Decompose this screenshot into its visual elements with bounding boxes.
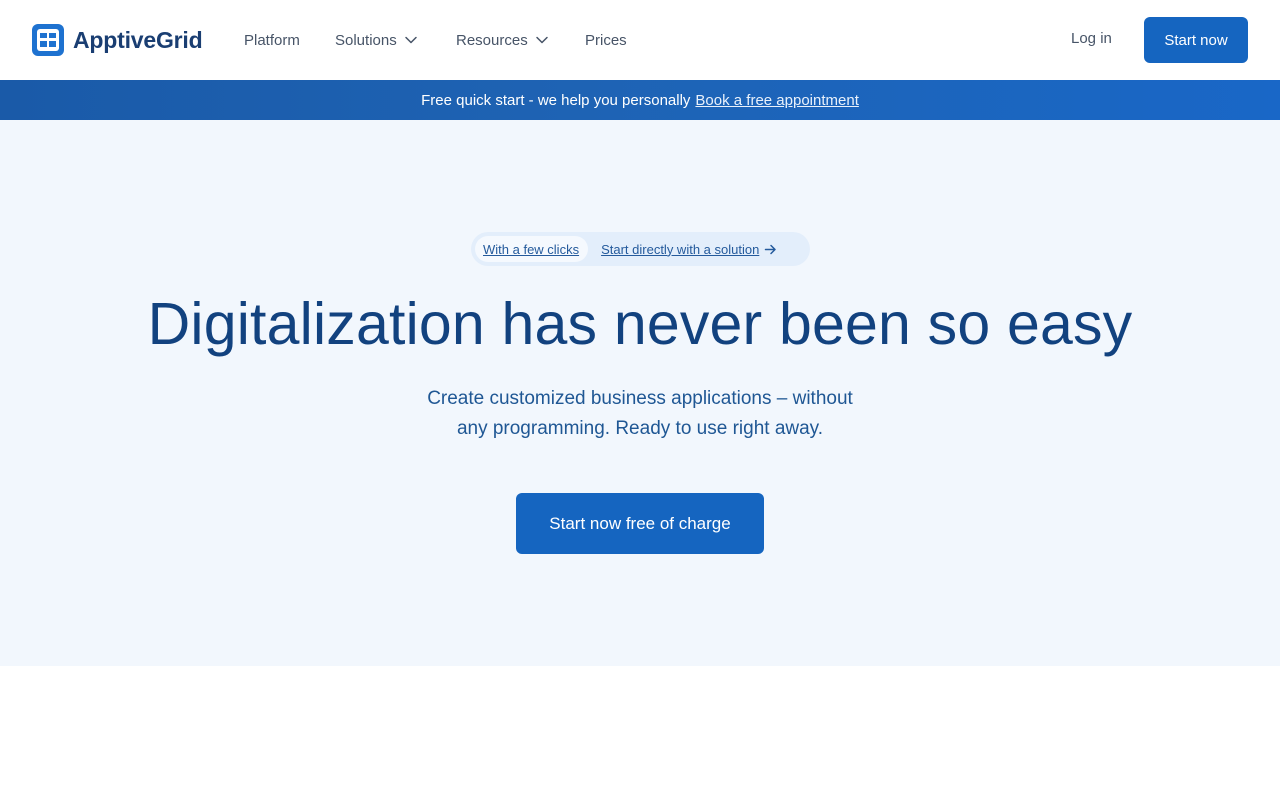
brand-name: ApptiveGrid	[73, 26, 203, 53]
nav-platform[interactable]: Platform	[244, 30, 300, 50]
pill-link-label: Start directly with a solution	[601, 241, 760, 257]
nav-solutions[interactable]: Solutions	[335, 30, 418, 50]
nav-prices[interactable]: Prices	[585, 30, 627, 50]
grid-logo-icon	[32, 24, 64, 56]
nav-prices-label: Prices	[585, 31, 627, 49]
nav-resources-label: Resources	[456, 31, 528, 49]
start-now-button[interactable]: Start now	[1144, 17, 1248, 63]
hero-headline: Digitalization has never been so easy	[147, 291, 1133, 357]
top-navbar: ApptiveGrid Platform Solutions Resources…	[0, 0, 1280, 80]
nav-resources[interactable]: Resources	[456, 30, 549, 50]
nav-solutions-label: Solutions	[335, 31, 397, 49]
hero-pill: With a few clicks Start directly with a …	[471, 232, 810, 266]
hero-section: With a few clicks Start directly with a …	[0, 120, 1280, 666]
chevron-down-icon	[404, 36, 417, 44]
banner-text: Free quick start - we help you personall…	[421, 91, 691, 109]
pill-tag-link[interactable]: With a few clicks	[475, 236, 589, 262]
chevron-down-icon	[535, 36, 548, 44]
hero-subline-2: any programming. Ready to use right away…	[456, 418, 824, 439]
arrow-right-icon	[765, 244, 777, 254]
hero-subline: Create customized business applications …	[410, 384, 870, 444]
nav-platform-label: Platform	[244, 31, 300, 49]
brand-logo[interactable]: ApptiveGrid	[32, 24, 203, 56]
announcement-banner: Free quick start - we help you personall…	[0, 80, 1280, 120]
start-free-button[interactable]: Start now free of charge	[516, 493, 764, 554]
book-appointment-link[interactable]: Book a free appointment	[695, 92, 858, 109]
login-link[interactable]: Log in	[1071, 30, 1112, 47]
start-with-solution-link[interactable]: Start directly with a solution	[601, 242, 777, 257]
hero-subline-1: Create customized business applications …	[427, 388, 853, 409]
